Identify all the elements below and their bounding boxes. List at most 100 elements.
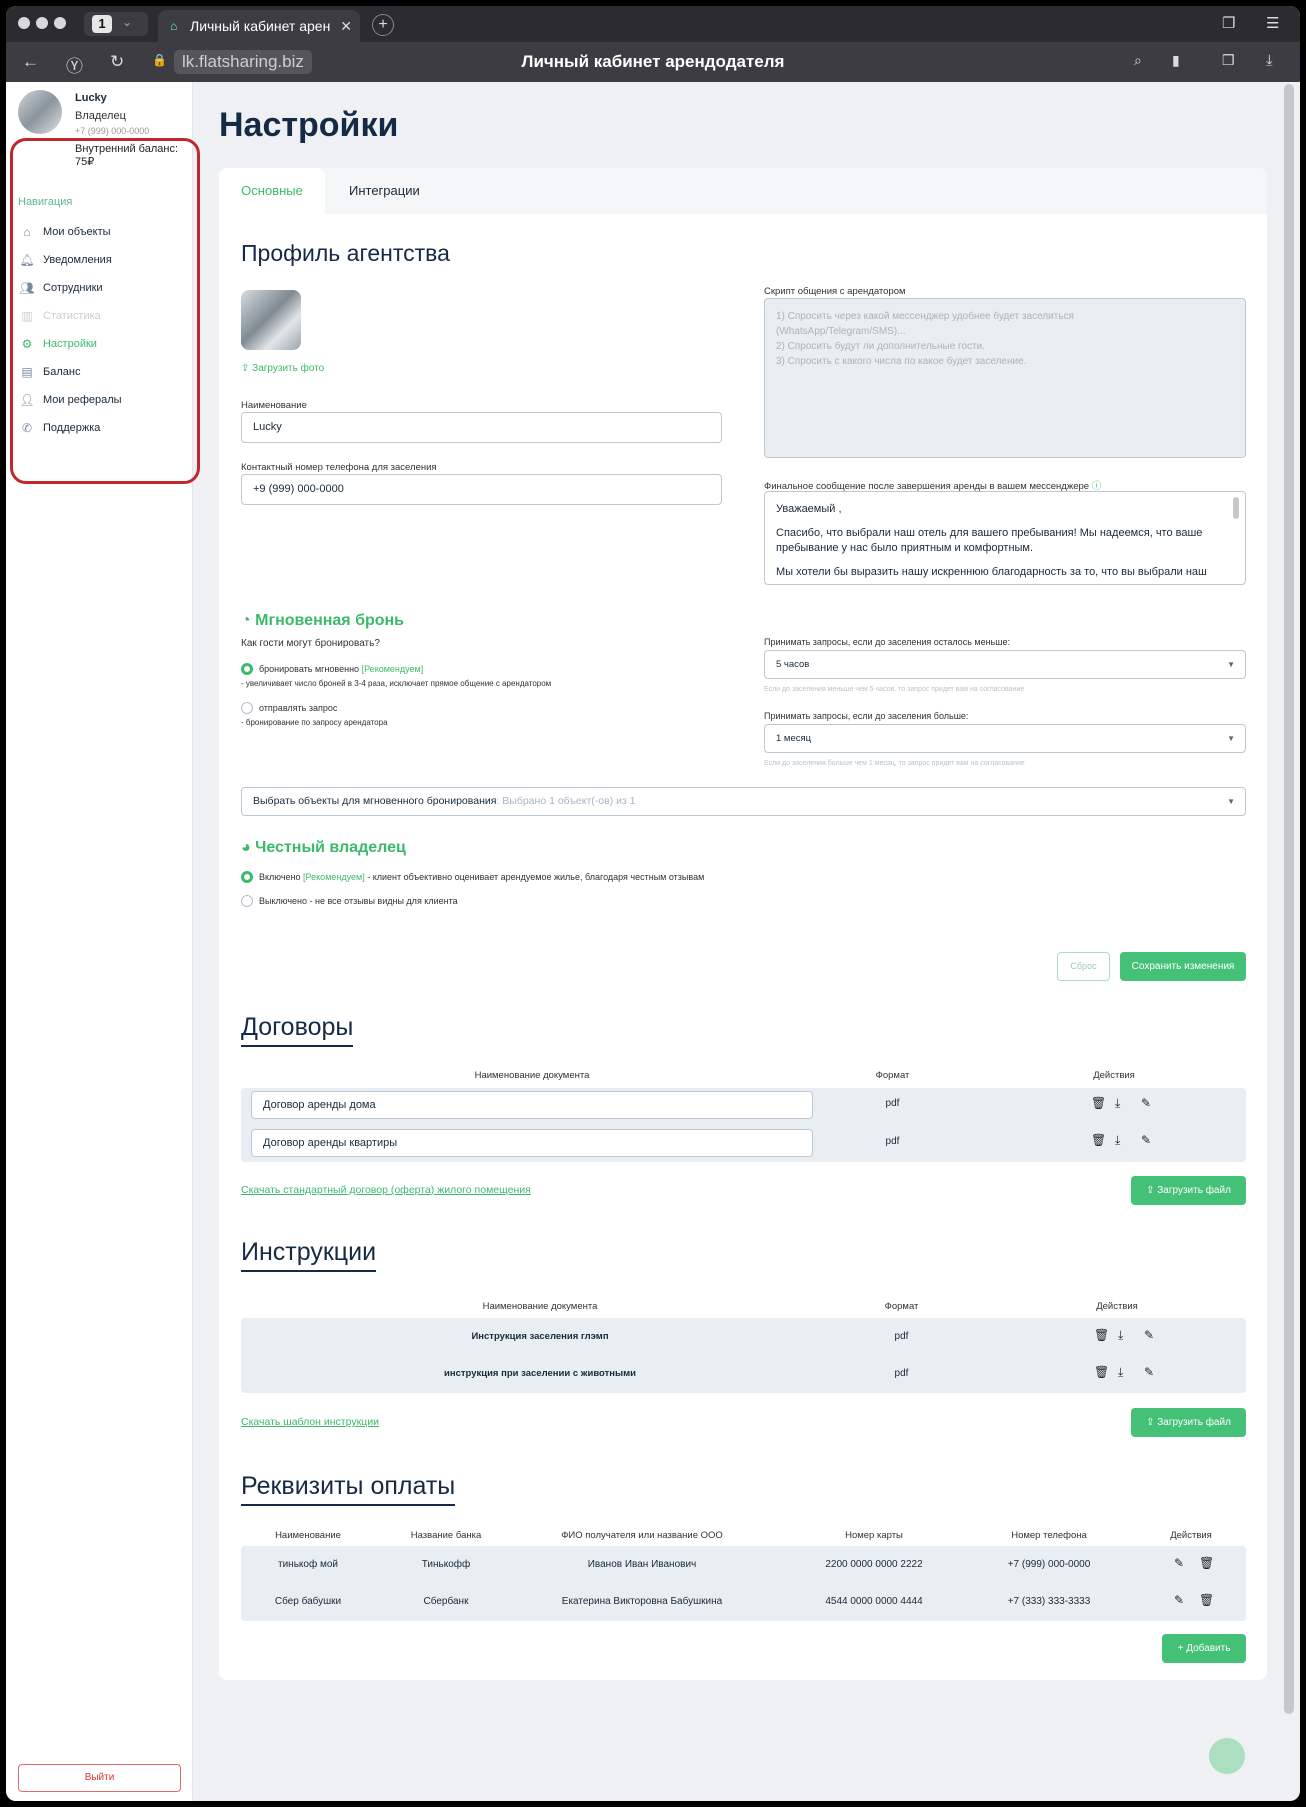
edit-icon[interactable]: ✎ xyxy=(1174,1593,1184,1607)
payment-cell: Сбербанк xyxy=(423,1596,469,1607)
tab-count-button[interactable]: 1 ⌄ xyxy=(84,12,148,36)
script-line: 1) Спросить через какой мессенджер удобн… xyxy=(776,311,1074,322)
more-label: Принимать запросы, если до заселения бол… xyxy=(764,711,969,721)
upload-instruction-button[interactable]: ⇪ Загрузить файл xyxy=(1131,1408,1246,1437)
page-title-bar: Личный кабинет арендодателя xyxy=(521,52,785,71)
new-tab-button[interactable]: + xyxy=(372,14,394,36)
less-select[interactable]: 5 часов ▼ xyxy=(764,650,1246,679)
highlight-box xyxy=(10,138,200,484)
tab-integrations[interactable]: Интеграции xyxy=(349,168,420,214)
edit-icon[interactable]: ✎ xyxy=(1174,1556,1184,1570)
upload-label: Загрузить файл xyxy=(1157,1185,1231,1196)
reader-icon[interactable]: ❒ xyxy=(1222,52,1235,69)
download-icon[interactable]: ⤓ xyxy=(1115,1133,1120,1148)
download-icon[interactable]: ⤓ xyxy=(1266,52,1273,69)
maximize-window-dot[interactable] xyxy=(54,17,66,29)
final-msg-blank xyxy=(776,517,1234,526)
script-textarea[interactable]: 1) Спросить через какой мессенджер удобн… xyxy=(764,298,1246,458)
download-icon[interactable]: ⤓ xyxy=(1115,1096,1120,1111)
instant-option-text: бронировать мгновенно xyxy=(259,664,360,674)
honest-icon: ◕ xyxy=(241,839,256,856)
final-msg-line: Уважаемый , xyxy=(776,503,842,515)
search-icon[interactable]: ⌕ xyxy=(1134,52,1142,69)
less-hint: Если до заселения меньше чем 5 часов, то… xyxy=(764,686,1025,693)
trash-icon[interactable]: 🗑︎ xyxy=(1091,1133,1106,1147)
trash-icon[interactable]: 🗑︎ xyxy=(1091,1096,1106,1110)
download-contract-link[interactable]: Скачать стандартный договор (оферта) жил… xyxy=(241,1184,531,1196)
payment-cell: Сбер бабушки xyxy=(274,1596,342,1607)
honest-off-radio[interactable] xyxy=(241,895,253,907)
menu-icon[interactable]: ☰ xyxy=(1266,14,1279,32)
upload-photo-link[interactable]: ⇪ Загрузить фото xyxy=(241,363,324,374)
request-radio[interactable] xyxy=(241,702,253,714)
reset-button[interactable]: Сброс xyxy=(1057,952,1110,981)
bookmark-icon[interactable]: ▮ xyxy=(1172,52,1180,69)
instant-radio[interactable] xyxy=(241,663,253,675)
honest-off-label: Выключено - не все отзывы видны для клие… xyxy=(259,896,458,906)
objects-select[interactable]: Выбрать объекты для мгновенного брониров… xyxy=(241,787,1246,816)
textarea-scrollbar[interactable] xyxy=(1233,497,1239,519)
contracts-heading: Договоры xyxy=(241,1013,354,1047)
payment-cell: Екатерина Викторовна Бабушкина xyxy=(561,1596,723,1607)
close-window-dot[interactable] xyxy=(18,17,30,29)
page-scrollbar[interactable] xyxy=(1284,84,1294,1714)
payment-cell: тинькоф мой xyxy=(278,1559,338,1570)
final-msg-line: Мы хотели бы выразить нашу искреннюю бла… xyxy=(776,566,1207,578)
name-input[interactable]: Lucky xyxy=(241,412,722,443)
edit-icon[interactable]: ✎ xyxy=(1144,1365,1154,1379)
user-phone: +7 (999) 000-0000 xyxy=(75,126,150,136)
upload-contract-button[interactable]: ⇪ Загрузить файл xyxy=(1131,1176,1246,1205)
page-heading: Настройки xyxy=(219,106,399,144)
download-icon[interactable]: ⤓ xyxy=(1118,1328,1123,1343)
contract-format: pdf xyxy=(885,1098,900,1109)
download-instruction-link[interactable]: Скачать шаблон инструкции xyxy=(241,1416,379,1428)
browser-tab[interactable]: ⌂ Личный кабинет арен ✕ xyxy=(158,10,360,42)
edit-icon[interactable]: ✎ xyxy=(1144,1328,1154,1342)
objects-label: Выбрать объекты для мгновенного брониров… xyxy=(253,795,497,807)
phone-label: Контактный номер телефона для заселения xyxy=(241,462,437,473)
payments-col: ФИО получателя или название ООО xyxy=(561,1530,723,1541)
download-icon[interactable]: ⤓ xyxy=(1118,1365,1123,1380)
caret-down-icon: ▼ xyxy=(1227,734,1235,743)
contract-name-input[interactable]: Договор аренды дома xyxy=(251,1091,813,1119)
upload-label: Загрузить файл xyxy=(1157,1417,1231,1428)
payment-cell: +7 (999) 000-0000 xyxy=(1007,1559,1091,1570)
save-button[interactable]: Сохранить изменения xyxy=(1120,952,1246,981)
upload-icon: ⇪ xyxy=(1146,1417,1158,1428)
honest-off-text: Выключено xyxy=(259,896,307,906)
script-line: 2) Спросить будут ли дополнительные гост… xyxy=(776,341,985,352)
trash-icon[interactable]: 🗑︎ xyxy=(1199,1556,1214,1570)
instructions-col-name: Наименование документа xyxy=(482,1301,598,1312)
script-line: (WhatsApp/Telegram/SMS)... xyxy=(776,326,906,337)
tab-main[interactable]: Основные xyxy=(219,168,325,214)
logout-button[interactable]: Выйти xyxy=(18,1764,181,1792)
chat-icon[interactable] xyxy=(1209,1738,1245,1774)
final-msg-label: Финальное сообщение после завершения аре… xyxy=(764,478,1101,492)
phone-input[interactable]: +9 (999) 000-0000 xyxy=(241,474,722,505)
minimize-window-dot[interactable] xyxy=(36,17,48,29)
browser-tab-title: Личный кабинет арен xyxy=(190,18,331,34)
more-select[interactable]: 1 месяц ▼ xyxy=(764,724,1246,753)
trash-icon[interactable]: 🗑︎ xyxy=(1094,1328,1109,1342)
contract-name-input[interactable]: Договор аренды квартиры xyxy=(251,1129,813,1157)
payment-cell: Иванов Иван Иванович xyxy=(587,1559,697,1570)
edit-icon[interactable]: ✎ xyxy=(1141,1133,1151,1147)
honest-on-radio[interactable] xyxy=(241,871,253,883)
bookmarks-panel-icon[interactable]: ❐ xyxy=(1222,14,1235,32)
edit-icon[interactable]: ✎ xyxy=(1141,1096,1151,1110)
payments-col: Название банка xyxy=(410,1530,482,1541)
avatar[interactable] xyxy=(18,90,62,134)
trash-icon[interactable]: 🗑︎ xyxy=(1199,1593,1214,1607)
trash-icon[interactable]: 🗑︎ xyxy=(1094,1365,1109,1379)
upload-icon: ⇪ xyxy=(1146,1185,1158,1196)
final-msg-textarea[interactable]: Уважаемый , Спасибо, что выбрали наш оте… xyxy=(764,491,1246,585)
instant-heading: ◔ Мгновенная бронь xyxy=(241,612,404,630)
close-tab-icon[interactable]: ✕ xyxy=(340,10,352,42)
caret-down-icon: ▼ xyxy=(1227,660,1235,669)
upload-photo-label: Загрузить фото xyxy=(252,363,325,374)
payment-cell: +7 (333) 333-3333 xyxy=(1007,1596,1091,1607)
add-payment-button[interactable]: + Добавить xyxy=(1162,1634,1246,1663)
honest-heading: ◕ Честный владелец xyxy=(241,839,406,857)
agency-photo xyxy=(241,290,301,350)
upload-icon: ⇪ xyxy=(241,363,253,374)
